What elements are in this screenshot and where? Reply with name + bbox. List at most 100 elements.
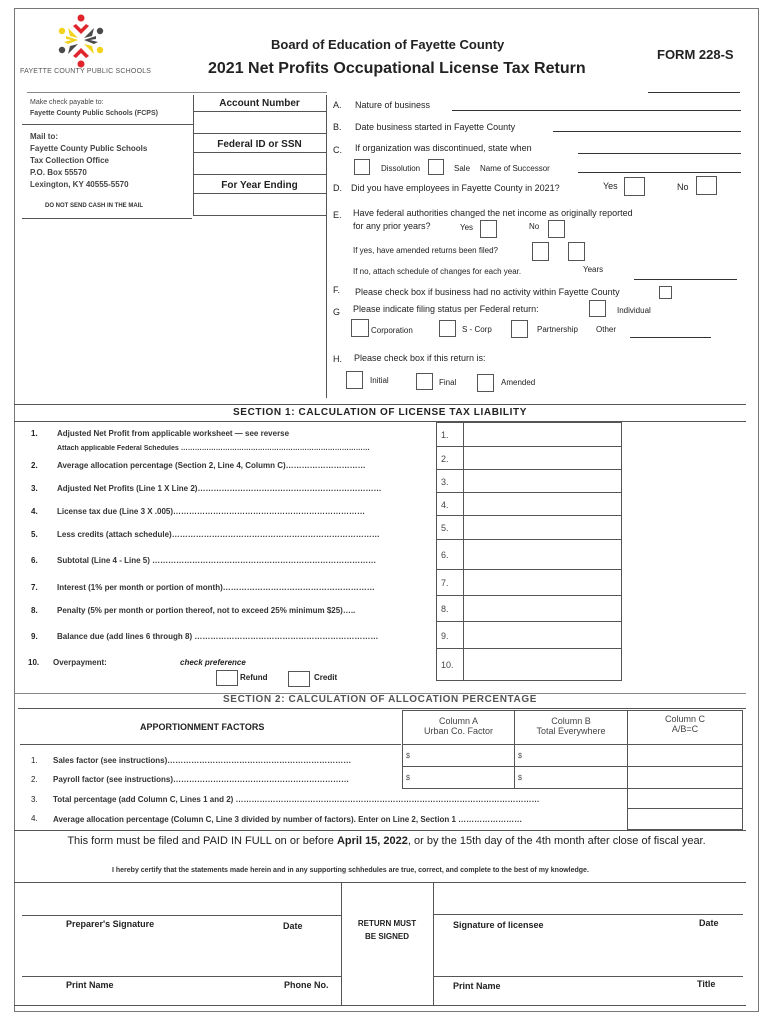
s1-amount-field-4[interactable] [463,492,622,516]
logo-caption: FAYETTE COUNTY PUBLIC SCHOOLS [20,68,152,75]
col-a-header: Column A Urban Co. Factor [402,710,515,745]
years-label: Years [583,265,604,274]
must-sign-notice: RETURN MUST BE SIGNED [357,919,417,941]
payroll-col-c[interactable] [627,766,743,789]
changed-no-checkbox[interactable] [548,220,565,238]
successor-name-field[interactable] [578,172,741,173]
s1-box-label: 10. [436,648,464,681]
s1-amount-field-5[interactable] [463,515,622,540]
total-col-c[interactable] [627,788,743,809]
s1-line-number: 3. [31,484,38,493]
s1-line-text: Attach applicable Federal Schedules …………… [57,445,370,452]
sales-col-c[interactable] [627,744,743,767]
section2-title: SECTION 2: CALCULATION OF ALLOCATION PER… [223,694,537,705]
individual-label: Individual [617,306,651,315]
q-e-text2: for any prior years? [353,221,431,231]
s1-box-label: 2. [436,446,464,470]
sale-checkbox[interactable] [428,159,444,175]
s1-line-number: 7. [31,583,38,592]
employees-no-checkbox[interactable] [696,176,717,195]
s2-row3-num: 3. [31,795,38,804]
s1-amount-field-1[interactable] [463,422,622,447]
credit-label: Credit [314,673,338,682]
changed-yes-label: Yes [460,223,474,232]
refund-checkbox[interactable] [216,670,238,686]
amended-yes-checkbox[interactable] [532,242,549,261]
s1-line-number: 9. [31,632,38,641]
amended-filed-label: If yes, have amended returns been filed? [353,246,498,255]
partnership-checkbox[interactable] [511,320,528,338]
q-d-letter: D. [333,183,342,193]
s1-box-label: 4. [436,492,464,516]
credit-checkbox[interactable] [288,671,310,687]
refund-label: Refund [240,673,268,682]
account-number-field[interactable] [195,113,324,131]
no-activity-checkbox[interactable] [659,286,672,299]
s1-line-number: 4. [31,507,38,516]
corporation-checkbox[interactable] [351,319,369,337]
q-e-letter: E. [333,210,342,220]
payroll-col-a[interactable]: $ [402,766,515,789]
q-a-text: Nature of business [355,100,431,110]
licensee-signature-field[interactable] [435,885,741,913]
other-status-field[interactable] [630,337,711,338]
individual-checkbox[interactable] [589,300,606,317]
licensee-signature-label: Signature of licensee [453,920,544,930]
licensee-date-label: Date [699,918,719,928]
preparer-signature-label: Preparer's Signature [66,919,155,929]
changed-no-label: No [529,222,540,231]
nature-of-business-field[interactable] [452,110,741,111]
employees-no-label: No [677,182,689,192]
col-b-header: Column B Total Everywhere [514,710,628,745]
employees-yes-label: Yes [603,181,618,191]
s1-line-text: Balance due (add lines 6 through 8) …………… [57,632,379,641]
licensee-print-name-label: Print Name [453,981,501,991]
federal-id-field[interactable] [195,154,324,172]
s1-amount-field-10[interactable] [463,648,622,681]
sales-col-a[interactable]: $ [402,744,515,767]
payroll-col-b[interactable]: $ [514,766,628,789]
s1-line-text: Adjusted Net Profits (Line 1 X Line 2)……… [57,484,382,493]
preparer-signature-field[interactable] [22,885,340,913]
q-g-letter: G [333,307,341,317]
s1-amount-field-7[interactable] [463,569,622,596]
sales-col-b[interactable]: $ [514,744,628,767]
s1-line-text: Penalty (5% per month or portion thereof… [57,606,356,615]
licensee-print-name-field[interactable] [435,945,741,974]
successor-label: Name of Successor [480,164,550,173]
date-started-field[interactable] [553,131,741,132]
scorp-label: S - Corp [462,325,492,334]
discontinued-date-field[interactable] [578,153,741,154]
cash-notice: DO NOT SEND CASH IN THE MAIL [45,203,144,209]
year-ending-label: For Year Ending [221,180,298,191]
s1-box-label: 8. [436,595,464,622]
years-field[interactable] [634,279,737,280]
filing-deadline-notice: This form must be filed and PAID IN FULL… [67,835,706,847]
q-g-text: Please indicate filing status per Federa… [353,304,539,314]
dissolution-checkbox[interactable] [354,159,370,175]
attach-schedule-label: If no, attach schedule of changes for ea… [353,267,522,276]
section1-title: SECTION 1: CALCULATION OF LICENSE TAX LI… [233,407,527,418]
amended-no-checkbox[interactable] [568,242,585,261]
changed-yes-checkbox[interactable] [480,220,497,238]
initial-checkbox[interactable] [346,371,363,389]
amended-checkbox[interactable] [477,374,494,392]
year-ending-field[interactable] [195,195,324,213]
s1-amount-field-2[interactable] [463,446,622,470]
average-col-c[interactable] [627,808,743,830]
s1-amount-field-9[interactable] [463,621,622,649]
initial-label: Initial [370,376,389,385]
preparer-print-name-field[interactable] [22,945,340,974]
scorp-checkbox[interactable] [439,320,456,337]
s1-line-text: Subtotal (Line 4 - Line 5) …………………………………… [57,556,377,565]
q-f-text: Please check box if business had no acti… [355,287,620,297]
q-f-letter: F. [333,285,341,295]
q-c-text: If organization was discontinued, state … [355,143,532,153]
s1-amount-field-3[interactable] [463,469,622,493]
final-checkbox[interactable] [416,373,433,390]
s1-amount-field-6[interactable] [463,539,622,570]
mail-address: Mail to: Fayette County Public Schools T… [30,132,148,189]
s1-amount-field-8[interactable] [463,595,622,622]
s1-box-label: 9. [436,621,464,649]
employees-yes-checkbox[interactable] [624,177,645,196]
